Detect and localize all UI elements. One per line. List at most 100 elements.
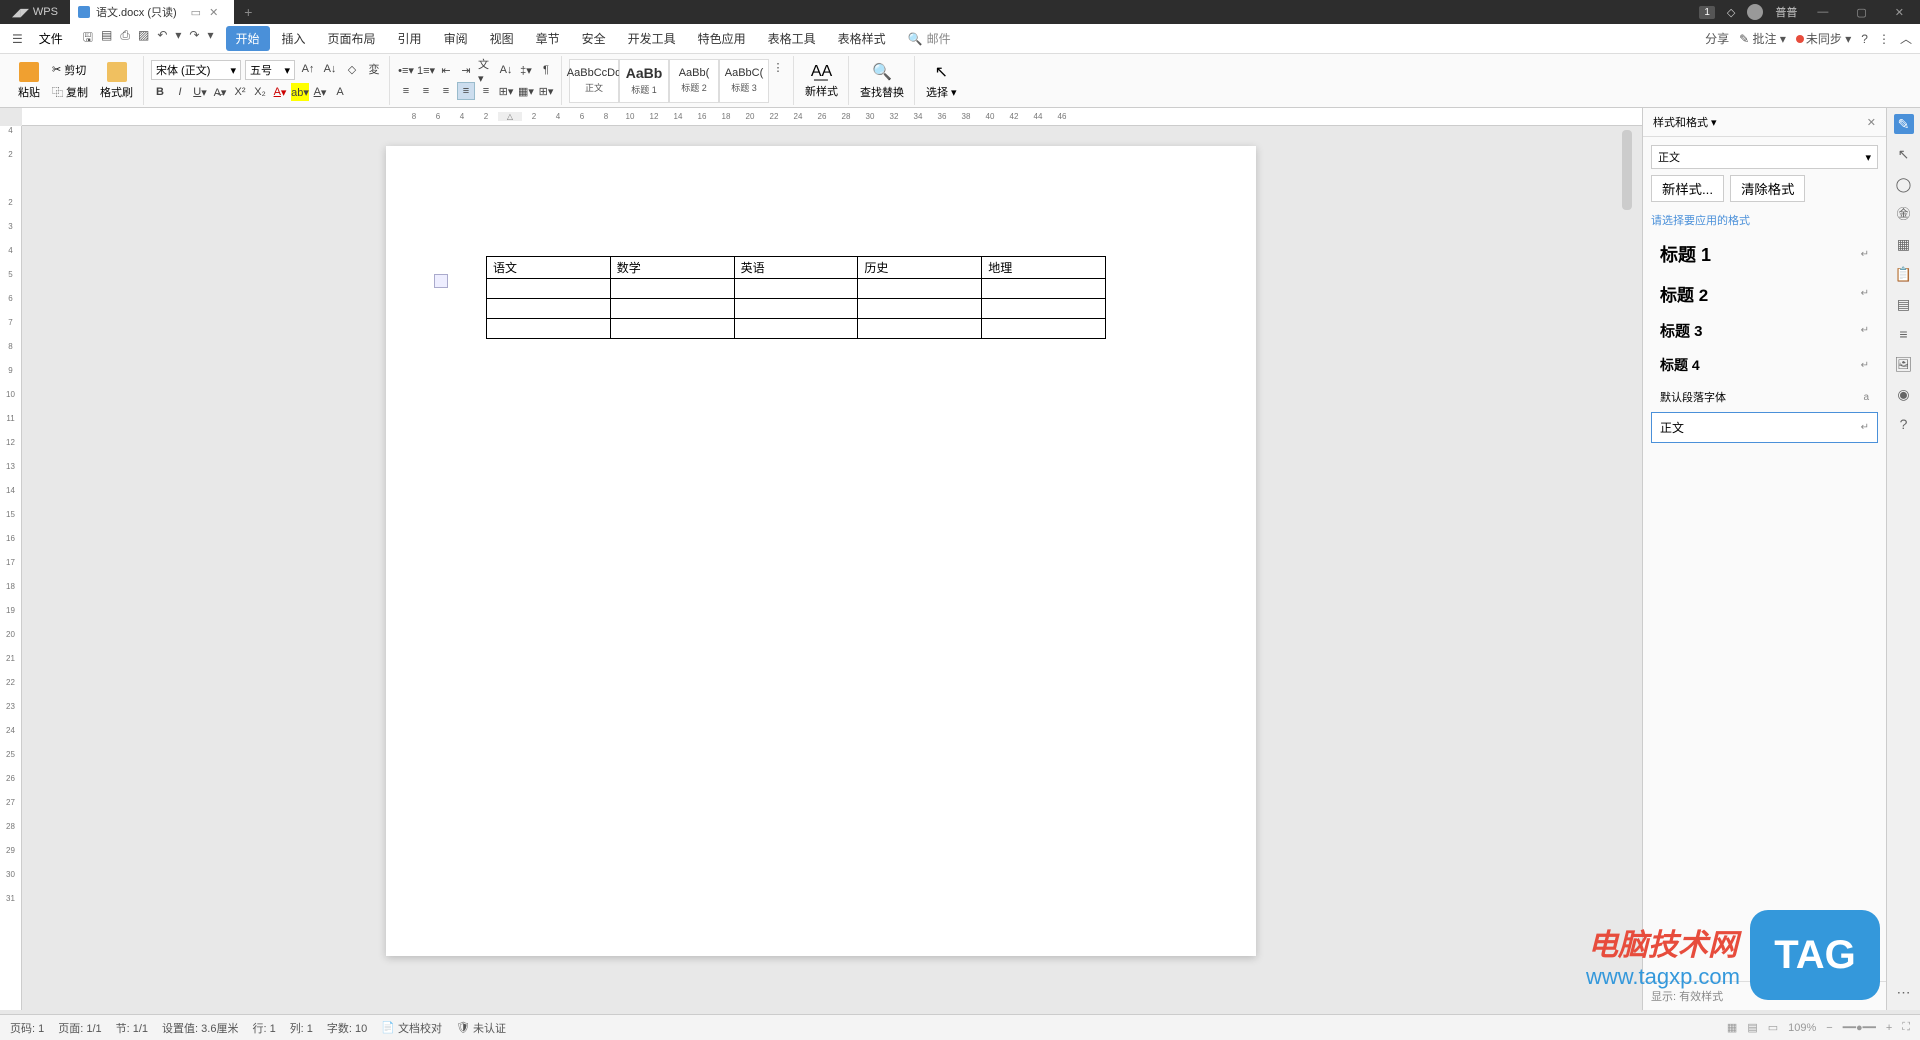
styles-pane-icon[interactable]: ✎ xyxy=(1894,114,1914,134)
align-left-button[interactable]: ≡ xyxy=(397,82,415,100)
status-column[interactable]: 列: 1 xyxy=(290,1020,313,1036)
status-words[interactable]: 字数: 10 xyxy=(327,1020,367,1036)
fit-page-icon[interactable]: ⛶ xyxy=(1902,1021,1910,1034)
new-style-button[interactable]: 新样式... xyxy=(1651,175,1724,202)
borders-button[interactable]: ⊞▾ xyxy=(537,82,555,100)
redo-dropdown-icon[interactable]: ▾ xyxy=(207,28,213,49)
sort-button[interactable]: A↓ xyxy=(497,61,515,79)
style-heading2[interactable]: AaBb(标题 2 xyxy=(669,59,719,103)
tab-section[interactable]: 章节 xyxy=(526,26,570,51)
tab-references[interactable]: 引用 xyxy=(388,26,432,51)
format-painter-button[interactable]: 格式刷 xyxy=(96,60,137,102)
char-border-button[interactable]: A xyxy=(331,83,349,101)
status-page[interactable]: 页面: 1/1 xyxy=(58,1020,101,1036)
avatar[interactable] xyxy=(1747,4,1763,20)
property-pane-icon[interactable]: ▦ xyxy=(1894,234,1914,254)
bullet-list-button[interactable]: •≡▾ xyxy=(397,61,415,79)
table-cell[interactable]: 历史 xyxy=(858,257,982,279)
image-pane-icon[interactable]: 🖼 xyxy=(1894,354,1914,374)
phonetic-button[interactable]: 変 xyxy=(365,60,383,78)
align-center-button[interactable]: ≡ xyxy=(417,82,435,100)
show-marks-button[interactable]: ¶ xyxy=(537,61,555,79)
table-cell[interactable]: 地理 xyxy=(982,257,1106,279)
copy-button[interactable]: ⿻复制 xyxy=(50,82,90,102)
highlight-button[interactable]: ab▾ xyxy=(291,83,309,101)
tab-review[interactable]: 审阅 xyxy=(434,26,478,51)
share-button[interactable]: 分享 xyxy=(1705,30,1729,47)
style-item-default[interactable]: 默认段落字体a xyxy=(1651,382,1878,412)
bold-button[interactable]: B xyxy=(151,83,169,101)
font-size-select[interactable]: 五号▾ xyxy=(245,60,295,80)
limit-pane-icon[interactable]: ㊎ xyxy=(1894,204,1914,224)
increase-indent-button[interactable]: ⇥ xyxy=(457,61,475,79)
tab-insert[interactable]: 插入 xyxy=(272,26,316,51)
select-button[interactable]: ↖ 选择 ▾ xyxy=(922,60,961,102)
tab-page-layout[interactable]: 页面布局 xyxy=(318,26,386,51)
table-cell[interactable]: 语文 xyxy=(487,257,611,279)
backup-pane-icon[interactable]: ◉ xyxy=(1894,384,1914,404)
save-icon[interactable]: 🖫 xyxy=(83,28,93,49)
style-item-h3[interactable]: 标题 3↵ xyxy=(1651,313,1878,348)
font-name-select[interactable]: 宋体 (正文)▾ xyxy=(151,60,241,80)
zoom-out-icon[interactable]: − xyxy=(1826,1022,1832,1034)
new-style-button[interactable]: A͟A 新样式 xyxy=(801,61,842,101)
document-tab[interactable]: 语文.docx (只读) ▭ ✕ xyxy=(70,0,234,24)
status-proofing[interactable]: 📄 文档校对 xyxy=(381,1020,442,1036)
insert-handle-icon[interactable] xyxy=(434,274,448,288)
status-position[interactable]: 设置值: 3.6厘米 xyxy=(162,1020,238,1036)
cut-button[interactable]: ✂剪切 xyxy=(50,60,90,80)
styles-more-button[interactable]: ⋮ xyxy=(769,59,787,77)
collapse-ribbon-icon[interactable]: ︿ xyxy=(1900,30,1912,47)
paste-button[interactable]: 粘贴 xyxy=(14,60,44,102)
status-page-code[interactable]: 页码: 1 xyxy=(10,1020,44,1036)
text-direction-button[interactable]: 文▾ xyxy=(477,61,495,79)
subscript-button[interactable]: X₂ xyxy=(251,83,269,101)
style-item-h2[interactable]: 标题 2↵ xyxy=(1651,274,1878,313)
undo-dropdown-icon[interactable]: ▾ xyxy=(175,28,181,49)
tab-table-tools[interactable]: 表格工具 xyxy=(758,26,826,51)
superscript-button[interactable]: X² xyxy=(231,83,249,101)
zoom-slider[interactable]: ━━●━━ xyxy=(1843,1021,1876,1034)
status-line[interactable]: 行: 1 xyxy=(252,1020,275,1036)
current-style-select[interactable]: 正文 ▾ xyxy=(1651,145,1878,169)
comment-button[interactable]: ✎ 批注 ▾ xyxy=(1739,30,1786,47)
undo-icon[interactable]: ↶ xyxy=(157,28,167,49)
tab-view[interactable]: 视图 xyxy=(480,26,524,51)
underline-button[interactable]: U▾ xyxy=(191,83,209,101)
font-color-button[interactable]: A▾ xyxy=(271,83,289,101)
document-table[interactable]: 语文 数学 英语 历史 地理 xyxy=(486,256,1106,339)
tab-menu-icon[interactable]: ▭ xyxy=(191,6,201,19)
shape-pane-icon[interactable]: ◯ xyxy=(1894,174,1914,194)
print-preview-icon[interactable]: ▤ xyxy=(101,28,112,49)
align-justify-button[interactable]: ≡ xyxy=(457,82,475,100)
tab-start[interactable]: 开始 xyxy=(226,26,270,51)
line-spacing-button[interactable]: ‡▾ xyxy=(517,61,535,79)
style-body[interactable]: AaBbCcDd正文 xyxy=(569,59,619,103)
document-area[interactable]: 语文 数学 英语 历史 地理 xyxy=(22,126,1620,1010)
redo-icon[interactable]: ↷ xyxy=(189,28,199,49)
wps-logo[interactable]: ◢◤ WPS xyxy=(0,6,70,19)
help-icon[interactable]: ? xyxy=(1861,32,1868,46)
skin-icon[interactable]: ◇ xyxy=(1727,6,1735,19)
panel-close-icon[interactable]: ✕ xyxy=(1867,116,1876,129)
style-item-h4[interactable]: 标题 4↵ xyxy=(1651,348,1878,382)
tab-table-style[interactable]: 表格样式 xyxy=(828,26,896,51)
sync-button[interactable]: 未同步 ▾ xyxy=(1796,30,1851,47)
minimize-button[interactable]: — xyxy=(1809,6,1836,18)
zoom-in-icon[interactable]: + xyxy=(1886,1022,1892,1034)
decrease-indent-button[interactable]: ⇤ xyxy=(437,61,455,79)
number-list-button[interactable]: 1≡▾ xyxy=(417,61,435,79)
strikethrough-button[interactable]: A̶▾ xyxy=(211,83,229,101)
style-item-h1[interactable]: 标题 1↵ xyxy=(1651,234,1878,274)
more-panes-icon[interactable]: ⋯ xyxy=(1894,982,1914,1002)
scrollbar-thumb[interactable] xyxy=(1622,130,1632,210)
vertical-ruler[interactable]: 42 2345 6789 10111213 14151617 18192021 … xyxy=(0,126,22,1010)
view-web-icon[interactable]: ▭ xyxy=(1768,1021,1778,1034)
decrease-font-button[interactable]: A↓ xyxy=(321,60,339,78)
increase-font-button[interactable]: A↑ xyxy=(299,60,317,78)
style-heading1[interactable]: AaBb标题 1 xyxy=(619,59,669,103)
char-shading-button[interactable]: A▾ xyxy=(311,83,329,101)
distribute-button[interactable]: ≡ xyxy=(477,82,495,100)
file-menu[interactable]: 文件 xyxy=(31,26,71,51)
status-auth[interactable]: 🛡 未认证 xyxy=(456,1020,506,1036)
